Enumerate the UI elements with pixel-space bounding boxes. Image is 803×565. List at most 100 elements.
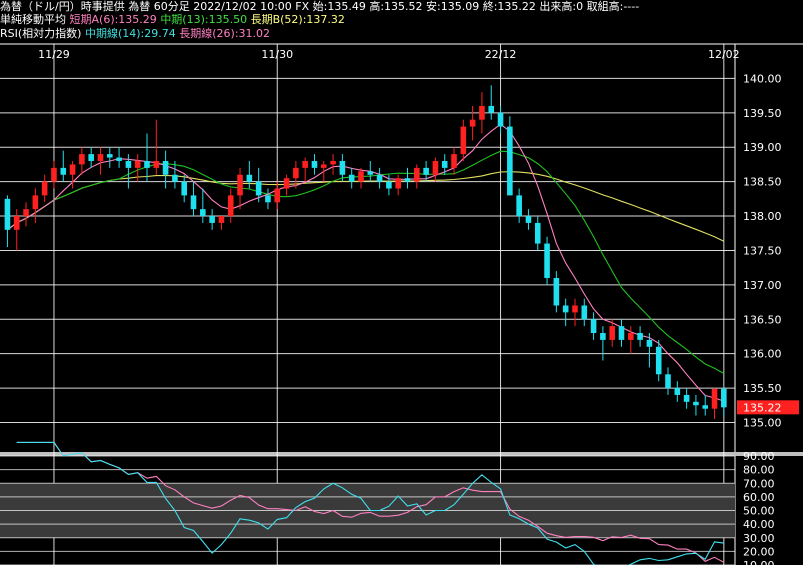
rsi-tick-label: 90.00 (743, 450, 775, 463)
candle-body (97, 154, 104, 161)
candle-body (432, 160, 439, 175)
candle-body (674, 388, 681, 395)
candle-body (721, 388, 727, 408)
candle-body (79, 154, 85, 165)
candle-body (283, 178, 290, 189)
price-tick-label: 138.50 (743, 176, 782, 189)
ma-mid-line (7, 150, 725, 374)
rsi-tick-label: 60.00 (743, 491, 775, 504)
candle-body (32, 195, 39, 210)
candle-body (265, 195, 271, 203)
candle-body (181, 181, 188, 196)
price-tick-label: 138.00 (743, 210, 782, 223)
candle-body (51, 167, 57, 182)
candle-body (414, 167, 420, 182)
candle-body (320, 164, 327, 168)
candle-body (711, 388, 718, 409)
candle-body (516, 195, 522, 217)
rsi-tick-label: 10.00 (743, 559, 775, 565)
price-tick-label: 135.50 (743, 382, 782, 395)
candle-body (88, 154, 94, 161)
candle-body (190, 195, 197, 210)
candle-body (348, 174, 355, 182)
candle-body (497, 112, 504, 127)
candle-body (562, 305, 569, 313)
candle-body (404, 178, 411, 182)
candle-body (628, 333, 634, 340)
candle-body (358, 171, 364, 182)
candle-body (330, 160, 336, 165)
candle-body (162, 160, 169, 175)
candle-body (339, 160, 346, 175)
date-tick-label: 12/02 (708, 48, 740, 61)
candle-body (581, 305, 588, 320)
rsi-tick-label: 20.00 (743, 545, 775, 558)
candle-body (507, 126, 513, 196)
candle-body (255, 181, 262, 196)
price-tick-label: 136.00 (743, 348, 782, 361)
price-tick-label: 139.50 (743, 107, 782, 120)
candle-body (246, 174, 253, 182)
candle-body (665, 374, 671, 389)
date-tick-label: 22/12 (485, 48, 517, 61)
candle-body (460, 126, 467, 155)
ma-short-line (7, 123, 724, 402)
candle-body (553, 277, 560, 306)
candle-body (479, 105, 485, 120)
candle-body (13, 216, 20, 230)
candle-body (302, 160, 308, 168)
candle-body (367, 171, 374, 175)
candle-body (534, 222, 541, 244)
rsi-tick-label: 70.00 (743, 477, 775, 490)
candle-body (600, 333, 606, 340)
price-tick-label: 136.50 (743, 313, 782, 326)
candle-body (376, 174, 383, 182)
date-tick-label: 11/29 (38, 48, 70, 61)
price-tick-label: 140.00 (743, 72, 782, 85)
candle-body (423, 167, 429, 175)
candle-body (702, 405, 709, 409)
candle-body (134, 160, 141, 168)
candle-body (200, 209, 206, 217)
candle-body (4, 198, 11, 230)
candle-body (60, 167, 67, 175)
candle-body (106, 154, 113, 158)
fx-chart[interactable]: 135.00 135.50 136.00 136.50 137.00 137.50 138.… (0, 0, 803, 565)
last-price-label: 135.22 (743, 401, 782, 414)
price-tick-label: 137.50 (743, 244, 782, 257)
rsi-tick-label: 50.00 (743, 505, 775, 518)
candle-body (655, 346, 662, 375)
candle-body (23, 209, 29, 217)
candle-body (293, 167, 299, 179)
candle-body (311, 160, 318, 168)
candle-body (618, 326, 625, 340)
candle-body (125, 160, 132, 168)
candle-body (227, 195, 234, 217)
candle-body (209, 216, 215, 223)
price-tick-label: 139.00 (743, 141, 782, 154)
candle-body (41, 181, 48, 196)
candle-body (144, 160, 150, 168)
candle-body (637, 333, 643, 340)
rsi-tick-label: 30.00 (743, 532, 775, 545)
rsi-tick-label: 80.00 (743, 464, 775, 477)
date-tick-label: 11/30 (261, 48, 293, 61)
candle-body (116, 157, 122, 161)
rsi-tick-label: 40.00 (743, 518, 775, 531)
panel-separator (0, 452, 803, 456)
candle-body (469, 119, 476, 127)
candle-body (609, 326, 615, 340)
candle-body (693, 401, 699, 406)
candle-body (488, 105, 495, 113)
candle-body (237, 174, 243, 196)
candle-body (441, 160, 448, 168)
candle-body (153, 160, 160, 168)
candle-body (218, 216, 225, 223)
candle-body (451, 154, 457, 168)
candle-body (69, 164, 76, 175)
candle-body (572, 305, 578, 313)
candle-body (395, 178, 401, 189)
candle-body (683, 394, 690, 402)
candle-body (274, 188, 281, 203)
price-tick-label: 137.00 (743, 279, 782, 292)
